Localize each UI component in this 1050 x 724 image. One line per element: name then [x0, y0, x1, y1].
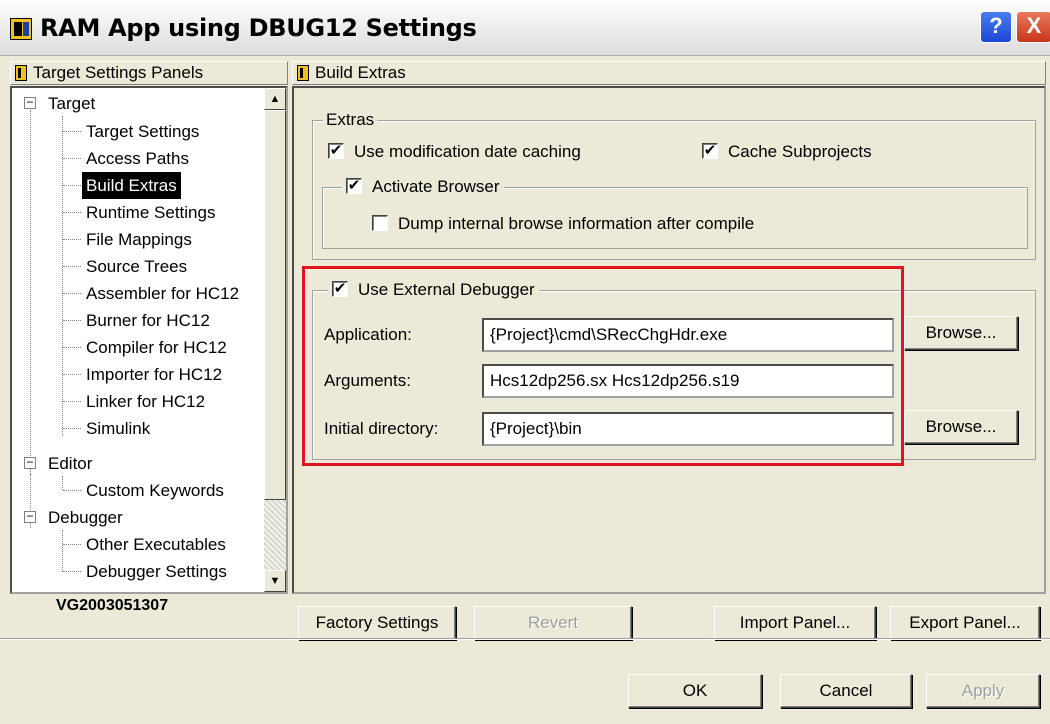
dump-browse-info-label: Dump internal browse information after c…	[398, 214, 755, 233]
scroll-track[interactable]	[264, 500, 286, 570]
tree-branch	[63, 490, 81, 491]
expander-editor[interactable]: −	[24, 456, 36, 469]
cache-subprojects-checkbox[interactable]: ✔ Cache Subprojects	[702, 141, 872, 163]
tree-connector	[62, 116, 63, 436]
tree-item-file-mappings[interactable]: File Mappings	[86, 226, 192, 253]
tree-connector	[62, 530, 63, 572]
ok-button[interactable]: OK	[628, 674, 762, 708]
target-settings-panels-header: Target Settings Panels	[10, 61, 288, 85]
checkbox-checked-icon[interactable]: ✔	[328, 142, 344, 159]
tree-item-custom-keywords[interactable]: Custom Keywords	[86, 477, 224, 504]
tree-branch	[63, 131, 81, 132]
apply-button[interactable]: Apply	[926, 674, 1040, 708]
export-panel-button[interactable]: Export Panel...	[890, 606, 1040, 640]
tree-branch	[63, 239, 81, 240]
tree-item-assembler[interactable]: Assembler for HC12	[86, 280, 239, 307]
tree-item-target-settings[interactable]: Target Settings	[86, 118, 199, 145]
tree-item-editor[interactable]: Editor	[48, 450, 92, 477]
tree-item-debugger[interactable]: Debugger	[48, 504, 123, 531]
tree-branch	[63, 401, 81, 402]
browse-initial-directory-button[interactable]: Browse...	[904, 410, 1018, 444]
tree-branch	[63, 374, 81, 375]
settings-dialog: RAM App using DBUG12 Settings ? X Target…	[0, 0, 1050, 724]
checkbox-checked-icon[interactable]: ✔	[346, 177, 362, 194]
title-bar[interactable]: RAM App using DBUG12 Settings ? X	[0, 0, 1050, 56]
scroll-thumb[interactable]	[264, 110, 286, 500]
tree-branch	[63, 347, 81, 348]
scroll-up-arrow-icon[interactable]: ▲	[264, 88, 286, 110]
tree-branch	[63, 571, 81, 572]
checkbox-checked-icon[interactable]: ✔	[702, 142, 718, 159]
build-extras-header: Build Extras	[292, 61, 1046, 85]
tree-item-other-executables[interactable]: Other Executables	[86, 531, 226, 558]
tree-branch	[63, 293, 81, 294]
tree-branch	[63, 544, 81, 545]
extras-legend: Extras	[323, 110, 378, 130]
tree-item-runtime-settings[interactable]: Runtime Settings	[86, 199, 215, 226]
tree-item-build-extras[interactable]: Build Extras	[82, 172, 181, 199]
activate-browser-label: Activate Browser	[372, 177, 500, 196]
help-button[interactable]: ?	[980, 11, 1012, 43]
dump-browse-info-checkbox[interactable]: Dump internal browse information after c…	[372, 213, 754, 235]
tree-item-importer[interactable]: Importer for HC12	[86, 361, 222, 388]
tree-branch	[63, 266, 81, 267]
cancel-button[interactable]: Cancel	[780, 674, 912, 708]
expander-debugger[interactable]: −	[24, 510, 36, 523]
factory-settings-button[interactable]: Factory Settings	[298, 606, 456, 640]
tree-item-access-paths[interactable]: Access Paths	[86, 145, 189, 172]
panel-header-icon	[297, 65, 309, 81]
version-label: VG2003051307	[56, 597, 169, 614]
tree-branch	[63, 320, 81, 321]
tree-item-burner[interactable]: Burner for HC12	[86, 307, 210, 334]
app-icon	[10, 18, 32, 40]
scroll-down-arrow-icon[interactable]: ▼	[264, 570, 286, 592]
tree-branch	[63, 185, 81, 186]
activate-browser-checkbox[interactable]: ✔ Activate Browser	[342, 176, 504, 198]
highlight-annotation	[302, 266, 904, 466]
tree-item-source-trees[interactable]: Source Trees	[86, 253, 187, 280]
browse-application-button[interactable]: Browse...	[904, 316, 1018, 350]
use-mod-date-caching-checkbox[interactable]: ✔ Use modification date caching	[328, 141, 581, 163]
separator	[0, 638, 1050, 640]
left-panel-title: Target Settings Panels	[33, 63, 204, 82]
tree-scrollbar[interactable]: ▲ ▼	[264, 88, 286, 592]
tree-connector	[62, 476, 63, 490]
tree-item-compiler[interactable]: Compiler for HC12	[86, 334, 227, 361]
tree-item-target[interactable]: Target	[48, 90, 95, 117]
panel-header-icon	[15, 65, 27, 81]
settings-tree[interactable]: − Target Target Settings Access Paths Bu…	[10, 86, 288, 594]
tree-connector	[30, 110, 31, 474]
right-panel-title: Build Extras	[315, 63, 406, 82]
revert-button[interactable]: Revert	[474, 606, 632, 640]
tree-branch	[63, 158, 81, 159]
cache-subprojects-label: Cache Subprojects	[728, 142, 872, 161]
checkbox-unchecked-icon[interactable]	[372, 214, 388, 231]
tree-item-linker[interactable]: Linker for HC12	[86, 388, 205, 415]
tree-branch	[63, 212, 81, 213]
tree-branch	[63, 428, 81, 429]
import-panel-button[interactable]: Import Panel...	[714, 606, 876, 640]
tree-item-debugger-settings[interactable]: Debugger Settings	[86, 558, 227, 585]
expander-target[interactable]: −	[24, 96, 36, 109]
tree-item-simulink[interactable]: Simulink	[86, 415, 150, 442]
window-title: RAM App using DBUG12 Settings	[40, 14, 477, 42]
use-mod-date-caching-label: Use modification date caching	[354, 142, 581, 161]
close-button[interactable]: X	[1016, 11, 1050, 43]
